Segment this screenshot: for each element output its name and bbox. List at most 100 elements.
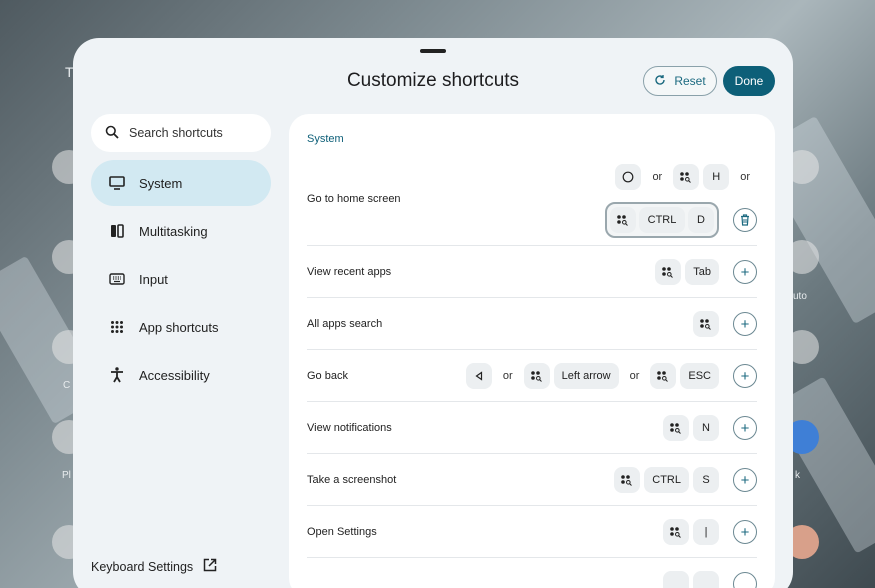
background-text: Pl	[62, 470, 71, 481]
reset-button[interactable]: Reset	[643, 66, 717, 96]
shortcut-keys: N +	[663, 415, 757, 441]
or-separator: or	[502, 370, 513, 382]
shortcut-label: All apps search	[307, 318, 383, 330]
key-left-arrow: Left arrow	[553, 363, 619, 389]
background-text: C	[63, 380, 71, 391]
sidebar-item-label: Multitasking	[139, 223, 208, 239]
background-text: uto	[793, 291, 807, 302]
refresh-icon	[654, 74, 666, 89]
key-s: S	[693, 467, 719, 493]
back-icon	[465, 363, 492, 389]
shortcut-keys: Tab +	[655, 259, 757, 285]
shortcut-row-notifications[interactable]: View notifications N +	[307, 402, 757, 454]
key-d: D	[688, 207, 714, 233]
plus-icon: +	[740, 367, 750, 385]
reset-label: Reset	[674, 74, 706, 88]
or-separator: or	[740, 171, 750, 183]
sidebar-item-label: System	[139, 175, 183, 191]
shortcut-keys: CTRL S +	[614, 467, 757, 493]
open-external-icon	[203, 558, 217, 575]
key-h: H	[703, 164, 730, 190]
add-shortcut-button[interactable]: +	[733, 468, 757, 492]
key-esc: ESC	[680, 363, 719, 389]
shortcut-keys: or Left arrow or ESC +	[465, 363, 757, 389]
shortcut-label: View notifications	[307, 422, 392, 434]
key-n: N	[693, 415, 719, 441]
shortcut-label: Go back	[307, 370, 348, 382]
launcher-icon	[610, 207, 636, 233]
plus-icon: +	[740, 523, 750, 541]
sidebar-item-accessibility[interactable]: Accessibility	[91, 352, 271, 398]
key-tab: Tab	[685, 259, 719, 285]
accessibility-icon	[109, 367, 125, 383]
shortcut-keys	[663, 571, 757, 588]
shortcut-row-home-screen[interactable]: Go to home screen or H or CTRL D	[307, 160, 757, 246]
shortcut-keys-selected: CTRL D	[605, 202, 757, 238]
shortcut-row-screenshot[interactable]: Take a screenshot CTRL S +	[307, 454, 757, 506]
shortcut-row-open-settings[interactable]: Open Settings | +	[307, 506, 757, 558]
search-placeholder: Search shortcuts	[129, 126, 223, 140]
home-circle-icon	[615, 164, 642, 190]
trash-icon	[741, 214, 749, 226]
sidebar-item-input[interactable]: Input	[91, 256, 271, 302]
keyboard-settings-label: Keyboard Settings	[91, 559, 194, 574]
done-button[interactable]: Done	[723, 66, 775, 96]
shortcut-row-recent-apps[interactable]: View recent apps Tab +	[307, 246, 757, 298]
grid-icon	[109, 319, 125, 335]
launcher-icon	[663, 571, 689, 588]
section-title: System	[307, 133, 344, 145]
drag-handle[interactable]	[420, 49, 446, 53]
shortcut-row-go-back[interactable]: Go back or Left arrow or ESC +	[307, 350, 757, 402]
keyboard-icon	[109, 271, 125, 287]
sidebar-item-label: Input	[139, 271, 168, 287]
shortcut-keys: or H or	[615, 164, 757, 190]
shortcut-keys: +	[693, 311, 757, 337]
launcher-icon	[650, 363, 677, 389]
plus-icon: +	[740, 315, 750, 333]
plus-icon: +	[740, 419, 750, 437]
shortcuts-panel: System Go to home screen or H or CTRL D …	[289, 114, 775, 588]
launcher-icon	[614, 467, 641, 493]
sidebar-item-multitasking[interactable]: Multitasking	[91, 208, 271, 254]
key-ctrl: CTRL	[639, 207, 685, 233]
add-shortcut-button[interactable]	[733, 572, 757, 588]
or-separator: or	[629, 370, 640, 382]
launcher-icon	[673, 164, 700, 190]
selected-shortcut-group[interactable]: CTRL D	[605, 202, 719, 238]
add-shortcut-button[interactable]: +	[733, 364, 757, 388]
sidebar-item-label: App shortcuts	[139, 319, 219, 335]
sidebar-item-app-shortcuts[interactable]: App shortcuts	[91, 304, 271, 350]
sidebar-item-label: Accessibility	[139, 367, 210, 383]
background-text: k	[795, 470, 800, 481]
or-separator: or	[652, 171, 663, 183]
key-i: |	[693, 519, 719, 545]
search-icon	[105, 125, 119, 142]
shortcut-row-all-apps-search[interactable]: All apps search +	[307, 298, 757, 350]
plus-icon: +	[740, 263, 750, 281]
plus-icon: +	[740, 471, 750, 489]
shortcut-label: Go to home screen	[307, 193, 401, 205]
launcher-icon	[655, 259, 682, 285]
launcher-icon	[693, 311, 719, 337]
delete-shortcut-button[interactable]	[733, 208, 757, 232]
launcher-icon	[663, 519, 689, 545]
sidebar-item-system[interactable]: System	[91, 160, 271, 206]
keyboard-settings-link[interactable]: Keyboard Settings	[91, 558, 217, 575]
launcher-icon	[663, 415, 689, 441]
split-screen-icon	[109, 223, 125, 239]
shortcut-label: Take a screenshot	[307, 474, 397, 486]
key-partial	[693, 571, 719, 588]
monitor-icon	[109, 175, 125, 191]
key-ctrl: CTRL	[644, 467, 689, 493]
search-input[interactable]: Search shortcuts	[91, 114, 271, 152]
launcher-icon	[523, 363, 550, 389]
add-shortcut-button[interactable]: +	[733, 260, 757, 284]
shortcut-label: Open Settings	[307, 526, 377, 538]
add-shortcut-button[interactable]: +	[733, 520, 757, 544]
customize-shortcuts-dialog: Customize shortcuts Reset Done Search sh…	[73, 38, 793, 588]
add-shortcut-button[interactable]: +	[733, 416, 757, 440]
shortcut-keys: | +	[663, 519, 757, 545]
shortcut-row-partial[interactable]	[307, 558, 757, 588]
shortcut-label: View recent apps	[307, 266, 392, 278]
add-shortcut-button[interactable]: +	[733, 312, 757, 336]
